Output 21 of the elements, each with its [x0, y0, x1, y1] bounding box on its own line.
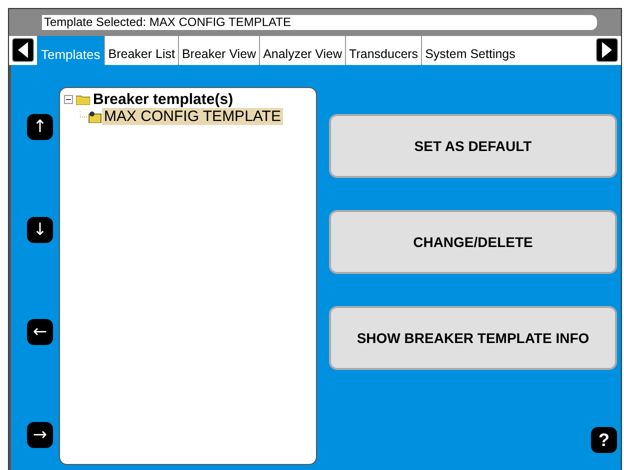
tab[interactable]: Analyzer View [259, 36, 346, 65]
tab[interactable]: Breaker List [104, 36, 178, 65]
tab[interactable]: Breaker View [178, 36, 260, 65]
collapse-icon[interactable] [64, 95, 73, 104]
action-button[interactable]: SET AS DEFAULT [329, 114, 617, 178]
tree-root-label: Breaker template(s) [93, 91, 234, 108]
action-button[interactable]: CHANGE/DELETE [329, 210, 617, 274]
arrow-key[interactable]: ↓ [27, 216, 53, 243]
action-button[interactable]: SHOW BREAKER TEMPLATE INFO [329, 306, 617, 370]
help-button[interactable]: ? [591, 427, 617, 453]
scroll-right-button[interactable] [596, 38, 618, 62]
scroll-left-button[interactable] [12, 38, 34, 62]
arrow-key[interactable]: → [27, 422, 53, 448]
folder-icon [76, 94, 90, 105]
arrow-key[interactable]: ↑ [27, 114, 53, 140]
template-icon [80, 110, 102, 122]
tree-item[interactable]: MAX CONFIG TEMPLATE [102, 108, 283, 125]
arrow-key[interactable]: ← [27, 319, 53, 346]
right-triangle-icon [602, 42, 612, 58]
left-triangle-icon [18, 42, 28, 58]
template-selected-title: Template Selected: MAX CONFIG TEMPLATE [42, 14, 597, 30]
